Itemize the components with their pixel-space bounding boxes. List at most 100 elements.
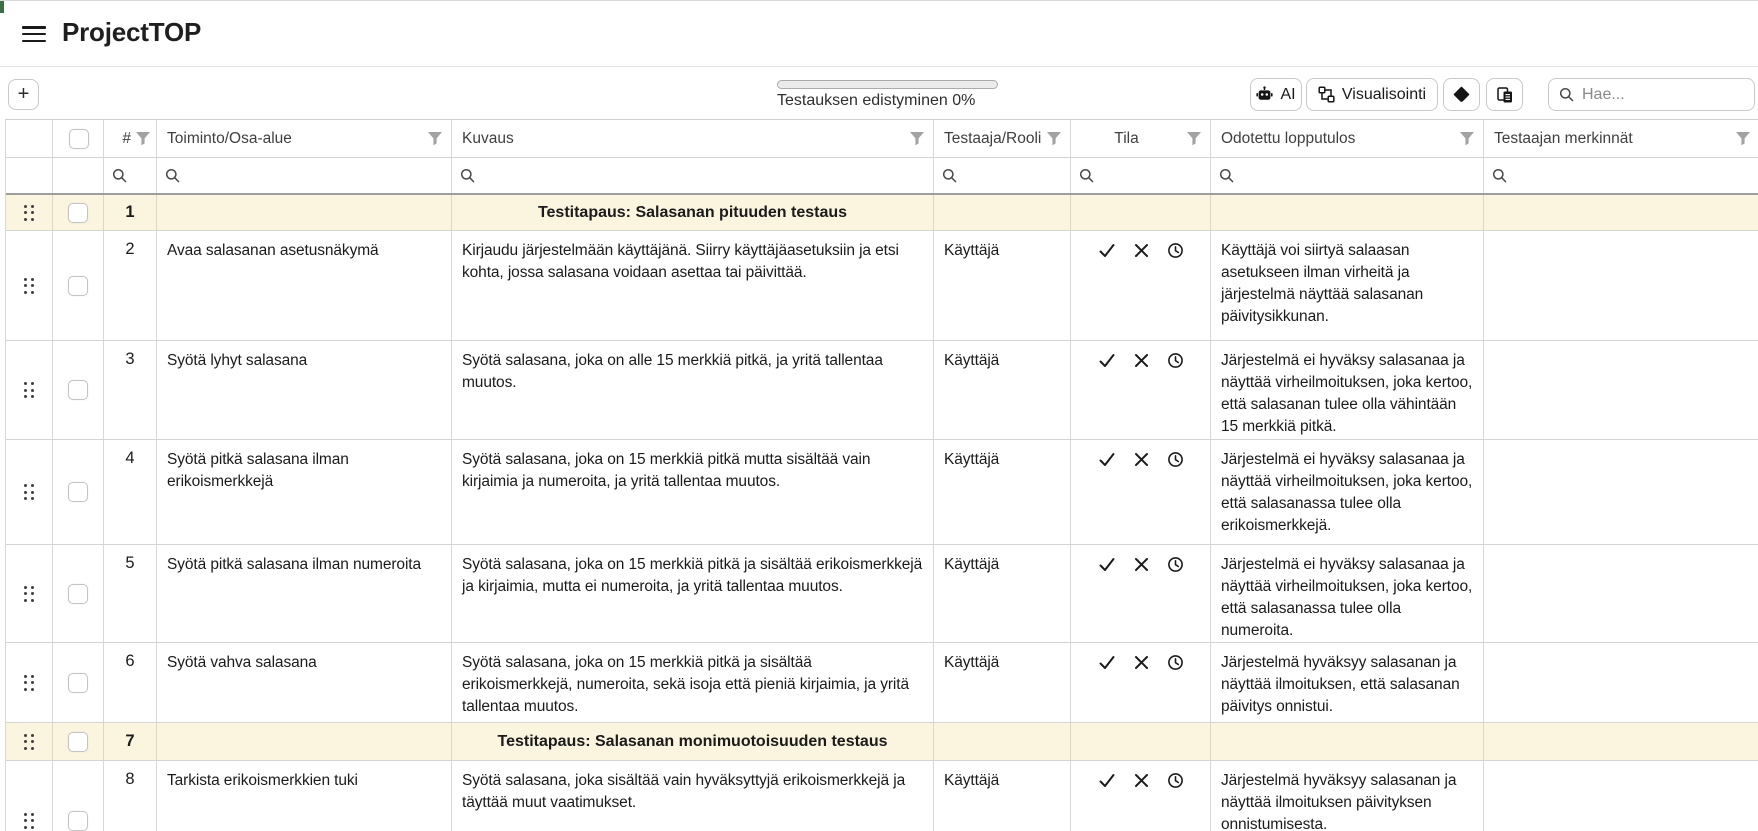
kuvaus-cell[interactable]: Syötä salasana, joka on alle 15 merkkiä …	[452, 341, 934, 439]
row-checkbox[interactable]	[68, 811, 88, 831]
filter-funnel-icon[interactable]	[427, 131, 443, 147]
test-case-row[interactable]: 2 Avaa salasanan asetusnäkymä Kirjaudu j…	[6, 231, 1758, 341]
filter-input-number[interactable]	[104, 158, 157, 193]
toiminto-cell[interactable]: Syötä pitkä salasana ilman erikoismerkke…	[157, 440, 452, 544]
drag-handle-icon[interactable]	[24, 484, 34, 500]
kuvaus-cell[interactable]: Syötä salasana, joka sisältää vain hyväk…	[452, 761, 934, 831]
merkinnat-cell[interactable]	[1484, 341, 1758, 439]
filter-funnel-icon[interactable]	[1735, 131, 1751, 147]
status-fail-button[interactable]	[1133, 654, 1150, 722]
filter-input-kuvaus[interactable]	[452, 158, 934, 193]
filter-funnel-icon[interactable]	[1046, 131, 1062, 147]
merkinnat-cell[interactable]	[1484, 231, 1758, 340]
status-pending-button[interactable]	[1167, 654, 1184, 722]
section-row[interactable]: 7 Testitapaus: Salasanan monimuotoisuude…	[6, 723, 1758, 761]
global-search[interactable]	[1548, 78, 1755, 111]
testaaja-cell[interactable]: Käyttäjä	[934, 545, 1071, 642]
row-checkbox[interactable]	[68, 482, 88, 502]
odotettu-cell[interactable]: Järjestelmä ei hyväksy salasanaa ja näyt…	[1211, 545, 1484, 642]
select-all-checkbox[interactable]	[69, 129, 89, 149]
drag-handle-icon[interactable]	[24, 586, 34, 602]
test-case-row[interactable]: 6 Syötä vahva salasana Syötä salasana, j…	[6, 643, 1758, 723]
drag-handle-icon[interactable]	[24, 734, 34, 750]
filter-funnel-icon[interactable]	[1459, 131, 1475, 147]
toiminto-cell[interactable]: Avaa salasanan asetusnäkymä	[157, 231, 452, 340]
duplicate-button[interactable]	[1486, 78, 1523, 111]
testaaja-cell[interactable]: Käyttäjä	[934, 643, 1071, 722]
search-input[interactable]	[1582, 86, 1732, 104]
odotettu-cell[interactable]: Järjestelmä ei hyväksy salasanaa ja näyt…	[1211, 440, 1484, 544]
status-fail-button[interactable]	[1133, 451, 1150, 544]
status-pass-button[interactable]	[1098, 352, 1116, 439]
header-merkinnat[interactable]: Testaajan merkinnät	[1484, 120, 1758, 157]
toiminto-cell[interactable]: Syötä pitkä salasana ilman numeroita	[157, 545, 452, 642]
status-pass-button[interactable]	[1098, 242, 1116, 340]
header-toiminto[interactable]: Toiminto/Osa-alue	[157, 120, 452, 157]
testaaja-cell[interactable]: Käyttäjä	[934, 231, 1071, 340]
filter-input-odotettu[interactable]	[1211, 158, 1484, 193]
status-pending-button[interactable]	[1167, 556, 1184, 642]
header-tila[interactable]: Tila	[1071, 120, 1211, 157]
ai-button[interactable]: AI	[1250, 78, 1302, 111]
section-row[interactable]: 1 Testitapaus: Salasanan pituuden testau…	[6, 195, 1758, 231]
odotettu-cell[interactable]: Järjestelmä hyväksyy salasanan ja näyttä…	[1211, 643, 1484, 722]
row-checkbox[interactable]	[68, 584, 88, 604]
status-pass-button[interactable]	[1098, 556, 1116, 642]
filter-funnel-icon[interactable]	[909, 131, 925, 147]
status-pending-button[interactable]	[1167, 352, 1184, 439]
filter-input-tila[interactable]	[1071, 158, 1211, 193]
add-row-button[interactable]: +	[8, 79, 39, 110]
toiminto-cell[interactable]: Syötä vahva salasana	[157, 643, 452, 722]
status-pending-button[interactable]	[1167, 772, 1184, 831]
toiminto-cell[interactable]: Syötä lyhyt salasana	[157, 341, 452, 439]
header-testaaja[interactable]: Testaaja/Rooli	[934, 120, 1071, 157]
odotettu-cell[interactable]: Käyttäjä voi siirtyä salaasan asetukseen…	[1211, 231, 1484, 340]
status-pass-button[interactable]	[1098, 772, 1116, 831]
test-case-row[interactable]: 4 Syötä pitkä salasana ilman erikoismerk…	[6, 440, 1758, 545]
filter-funnel-icon[interactable]	[1186, 131, 1202, 147]
status-fail-button[interactable]	[1133, 352, 1150, 439]
status-fail-button[interactable]	[1133, 556, 1150, 642]
header-kuvaus[interactable]: Kuvaus	[452, 120, 934, 157]
testaaja-cell[interactable]: Käyttäjä	[934, 440, 1071, 544]
status-pending-button[interactable]	[1167, 242, 1184, 340]
drag-handle-icon[interactable]	[24, 675, 34, 691]
filter-input-merkinnat[interactable]	[1484, 158, 1758, 193]
row-checkbox[interactable]	[68, 276, 88, 296]
drag-handle-icon[interactable]	[24, 382, 34, 398]
visualize-button[interactable]: Visualisointi	[1306, 78, 1438, 111]
row-checkbox[interactable]	[68, 380, 88, 400]
odotettu-cell[interactable]: Järjestelmä hyväksyy salasanan ja näyttä…	[1211, 761, 1484, 831]
header-number[interactable]: #	[104, 120, 157, 157]
drag-handle-icon[interactable]	[24, 278, 34, 294]
filter-funnel-icon[interactable]	[135, 131, 151, 147]
testaaja-cell[interactable]: Käyttäjä	[934, 761, 1071, 831]
row-checkbox[interactable]	[68, 732, 88, 752]
status-fail-button[interactable]	[1133, 772, 1150, 831]
kuvaus-cell[interactable]: Syötä salasana, joka on 15 merkkiä pitkä…	[452, 643, 934, 722]
status-pass-button[interactable]	[1098, 451, 1116, 544]
row-checkbox[interactable]	[68, 673, 88, 693]
merkinnat-cell[interactable]	[1484, 545, 1758, 642]
kuvaus-cell[interactable]: Kirjaudu järjestelmään käyttäjänä. Siirr…	[452, 231, 934, 340]
status-pending-button[interactable]	[1167, 451, 1184, 544]
test-case-row[interactable]: 5 Syötä pitkä salasana ilman numeroita S…	[6, 545, 1758, 643]
hamburger-menu-icon[interactable]	[22, 26, 46, 44]
merkinnat-cell[interactable]	[1484, 761, 1758, 831]
status-fail-button[interactable]	[1133, 242, 1150, 340]
testaaja-cell[interactable]: Käyttäjä	[934, 341, 1071, 439]
drag-handle-icon[interactable]	[24, 813, 34, 829]
toiminto-cell[interactable]: Tarkista erikoismerkkien tuki	[157, 761, 452, 831]
kuvaus-cell[interactable]: Syötä salasana, joka on 15 merkkiä pitkä…	[452, 545, 934, 642]
eraser-button[interactable]	[1443, 78, 1480, 111]
header-odotettu[interactable]: Odotettu lopputulos	[1211, 120, 1484, 157]
test-case-row[interactable]: 8 Tarkista erikoismerkkien tuki Syötä sa…	[6, 761, 1758, 831]
status-pass-button[interactable]	[1098, 654, 1116, 722]
kuvaus-cell[interactable]: Syötä salasana, joka on 15 merkkiä pitkä…	[452, 440, 934, 544]
filter-input-testaaja[interactable]	[934, 158, 1071, 193]
odotettu-cell[interactable]: Järjestelmä ei hyväksy salasanaa ja näyt…	[1211, 341, 1484, 439]
merkinnat-cell[interactable]	[1484, 643, 1758, 722]
merkinnat-cell[interactable]	[1484, 440, 1758, 544]
drag-handle-icon[interactable]	[24, 205, 34, 221]
row-checkbox[interactable]	[68, 203, 88, 223]
